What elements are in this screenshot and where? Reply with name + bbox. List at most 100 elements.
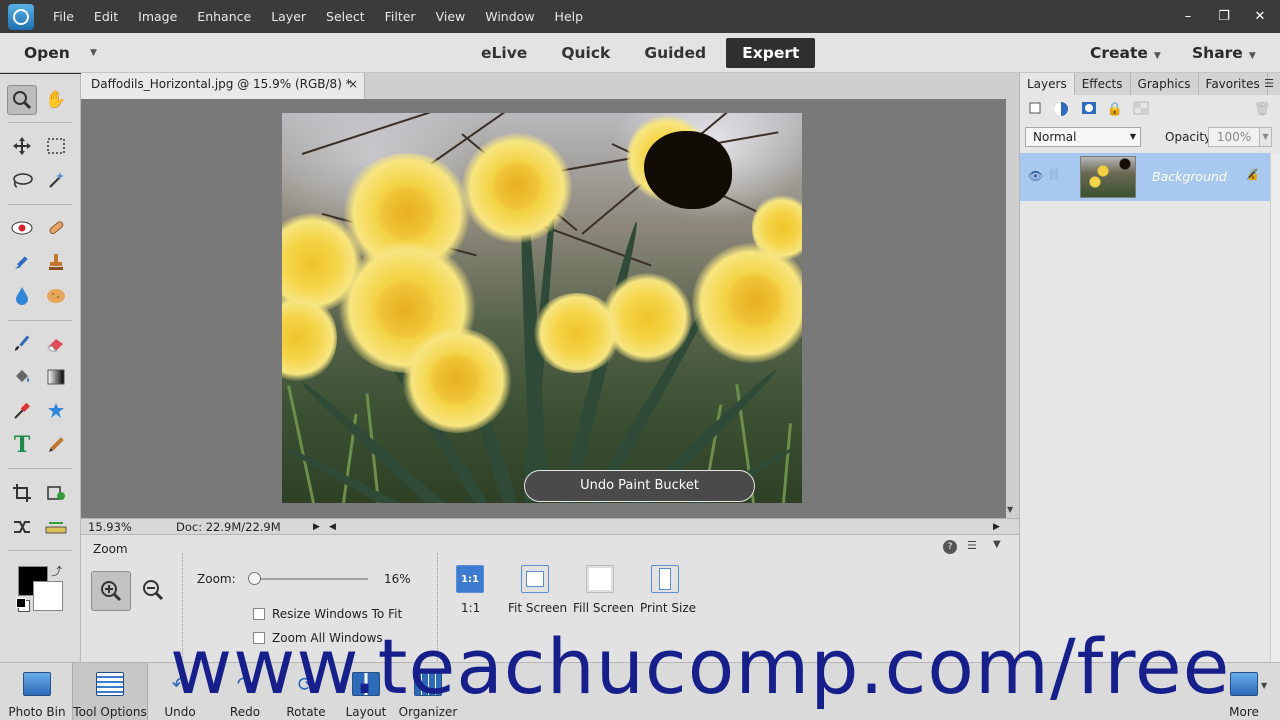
restore-button[interactable]: ❐ xyxy=(1214,7,1234,27)
tab-favorites[interactable]: Favorites xyxy=(1199,73,1268,95)
collapse-icon[interactable]: ▼ xyxy=(993,539,1001,550)
move-tool-icon[interactable] xyxy=(7,131,37,161)
create-label: Create xyxy=(1090,44,1148,62)
zoom-tool-icon[interactable] xyxy=(7,85,37,115)
smart-brush-icon[interactable] xyxy=(7,247,37,277)
opacity-field[interactable]: 100% xyxy=(1208,127,1260,147)
close-button[interactable]: ✕ xyxy=(1250,7,1270,27)
content-aware-move-icon[interactable] xyxy=(7,512,37,542)
menu-image[interactable]: Image xyxy=(128,0,187,33)
crop-tool-icon[interactable] xyxy=(7,478,37,508)
opacity-dropdown-icon[interactable]: ▼ xyxy=(1260,127,1272,147)
gradient-tool-icon[interactable] xyxy=(41,362,71,392)
menu-file[interactable]: File xyxy=(43,0,84,33)
blend-mode-select[interactable]: Normal ▼ xyxy=(1025,127,1141,147)
delete-layer-icon[interactable]: 🗑 xyxy=(1253,101,1271,119)
menu-view[interactable]: View xyxy=(426,0,476,33)
default-colors-icon[interactable] xyxy=(16,598,26,608)
tab-expert[interactable]: Expert xyxy=(726,38,816,68)
recompose-tool-icon[interactable] xyxy=(41,478,71,508)
paint-bucket-icon[interactable] xyxy=(7,362,37,392)
print-size-button[interactable] xyxy=(651,565,679,593)
type-tool-icon[interactable]: T xyxy=(7,430,37,460)
zoom-out-icon[interactable] xyxy=(138,575,168,605)
link-icon[interactable]: ⛓ xyxy=(1047,168,1061,181)
hand-tool-icon[interactable]: ✋ xyxy=(41,85,71,115)
new-layer-icon[interactable] xyxy=(1026,101,1044,119)
pencil-tool-icon[interactable] xyxy=(41,430,71,460)
lock-transparency-icon[interactable] xyxy=(1132,101,1150,119)
blur-tool-icon[interactable] xyxy=(7,281,37,311)
fit-screen-label: Fit Screen xyxy=(508,601,568,615)
layer-mask-icon[interactable] xyxy=(1080,101,1098,119)
fill-screen-button[interactable] xyxy=(586,565,614,593)
eyedropper-icon[interactable] xyxy=(7,396,37,426)
eraser-tool-icon[interactable] xyxy=(41,328,71,358)
tab-layers[interactable]: Layers xyxy=(1020,73,1075,95)
photo-bin-button[interactable]: Photo Bin xyxy=(6,663,68,720)
daffodils-photo[interactable] xyxy=(282,113,802,503)
more-dropdown-icon[interactable]: ▼ xyxy=(1261,681,1267,690)
menu-select[interactable]: Select xyxy=(316,0,375,33)
zoom-slider-track[interactable] xyxy=(251,578,368,580)
vertical-scrollbar[interactable] xyxy=(1006,99,1019,518)
tab-guided[interactable]: Guided xyxy=(630,38,720,68)
resize-windows-checkbox[interactable] xyxy=(253,608,265,620)
zoom-slider-handle[interactable] xyxy=(248,572,262,585)
tab-effects[interactable]: Effects xyxy=(1075,73,1131,95)
menu-edit[interactable]: Edit xyxy=(84,0,128,33)
lock-all-icon[interactable]: 🔒 xyxy=(1106,101,1124,119)
create-button[interactable]: Create ▼ xyxy=(1090,33,1161,73)
layer-row-background[interactable]: 👁 ⛓ Background 🔏 xyxy=(1020,153,1270,201)
fit-screen-button[interactable] xyxy=(521,565,549,593)
document-tab[interactable]: Daffodils_Horizontal.jpg @ 15.9% (RGB/8)… xyxy=(81,73,365,99)
sponge-tool-icon[interactable] xyxy=(41,281,71,311)
menu-window[interactable]: Window xyxy=(475,0,544,33)
tab-quick[interactable]: Quick xyxy=(547,38,624,68)
minimize-button[interactable]: – xyxy=(1178,7,1198,27)
tab-graphics[interactable]: Graphics xyxy=(1131,73,1199,95)
options-menu-icon[interactable]: ☰ xyxy=(967,539,977,552)
app-logo-icon[interactable] xyxy=(8,3,34,30)
toolbox-divider xyxy=(8,550,72,551)
zoom-percentage[interactable]: 15.93% xyxy=(88,519,132,535)
photo-bin-label: Photo Bin xyxy=(8,705,66,719)
panel-scrollbar[interactable] xyxy=(1270,153,1280,662)
share-button[interactable]: Share ▼ xyxy=(1192,33,1256,73)
panel-menu-icon[interactable]: ☰ xyxy=(1264,73,1274,95)
menu-layer[interactable]: Layer xyxy=(261,0,316,33)
panel-tabs: Layers Effects Graphics Favorites xyxy=(1020,73,1280,95)
rectangular-marquee-icon[interactable] xyxy=(41,131,71,161)
menu-help[interactable]: Help xyxy=(545,0,594,33)
lasso-tool-icon[interactable] xyxy=(7,165,37,195)
tab-elive[interactable]: eLive xyxy=(467,38,541,68)
actual-pixels-button[interactable]: 1:1 xyxy=(456,565,484,593)
close-document-icon[interactable]: × xyxy=(348,73,358,95)
resize-windows-option[interactable]: Resize Windows To Fit xyxy=(253,607,402,621)
straighten-tool-icon[interactable] xyxy=(41,512,71,542)
background-color-swatch[interactable] xyxy=(33,581,63,611)
scroll-down-icon[interactable]: ▼ xyxy=(1007,505,1013,514)
status-menu-icon[interactable]: ▶ xyxy=(313,519,320,535)
menu-filter[interactable]: Filter xyxy=(375,0,426,33)
clone-stamp-icon[interactable] xyxy=(41,247,71,277)
red-eye-tool-icon[interactable] xyxy=(7,213,37,243)
magic-wand-icon[interactable] xyxy=(41,165,71,195)
custom-shape-icon[interactable] xyxy=(41,396,71,426)
scroll-left-icon[interactable]: ◀ xyxy=(329,519,336,535)
visibility-eye-icon[interactable]: 👁 xyxy=(1028,169,1043,183)
scroll-right-icon[interactable]: ▶ xyxy=(993,519,1000,535)
tool-options-button[interactable]: Tool Options xyxy=(72,663,148,720)
layer-lock-icon[interactable]: 🔏 xyxy=(1245,168,1259,181)
zoom-in-icon[interactable] xyxy=(91,571,131,611)
resize-windows-label: Resize Windows To Fit xyxy=(272,607,403,621)
help-icon[interactable]: ? xyxy=(943,540,957,554)
open-dropdown-icon[interactable]: ▼ xyxy=(90,33,97,73)
swap-colors-icon[interactable]: ⤴ xyxy=(51,563,62,579)
adjustment-layer-icon[interactable] xyxy=(1052,101,1070,119)
actual-pixels-label: 1:1 xyxy=(461,601,481,615)
open-button[interactable]: Open xyxy=(24,33,70,73)
healing-brush-icon[interactable] xyxy=(41,213,71,243)
brush-tool-icon[interactable] xyxy=(7,328,37,358)
menu-enhance[interactable]: Enhance xyxy=(187,0,261,33)
